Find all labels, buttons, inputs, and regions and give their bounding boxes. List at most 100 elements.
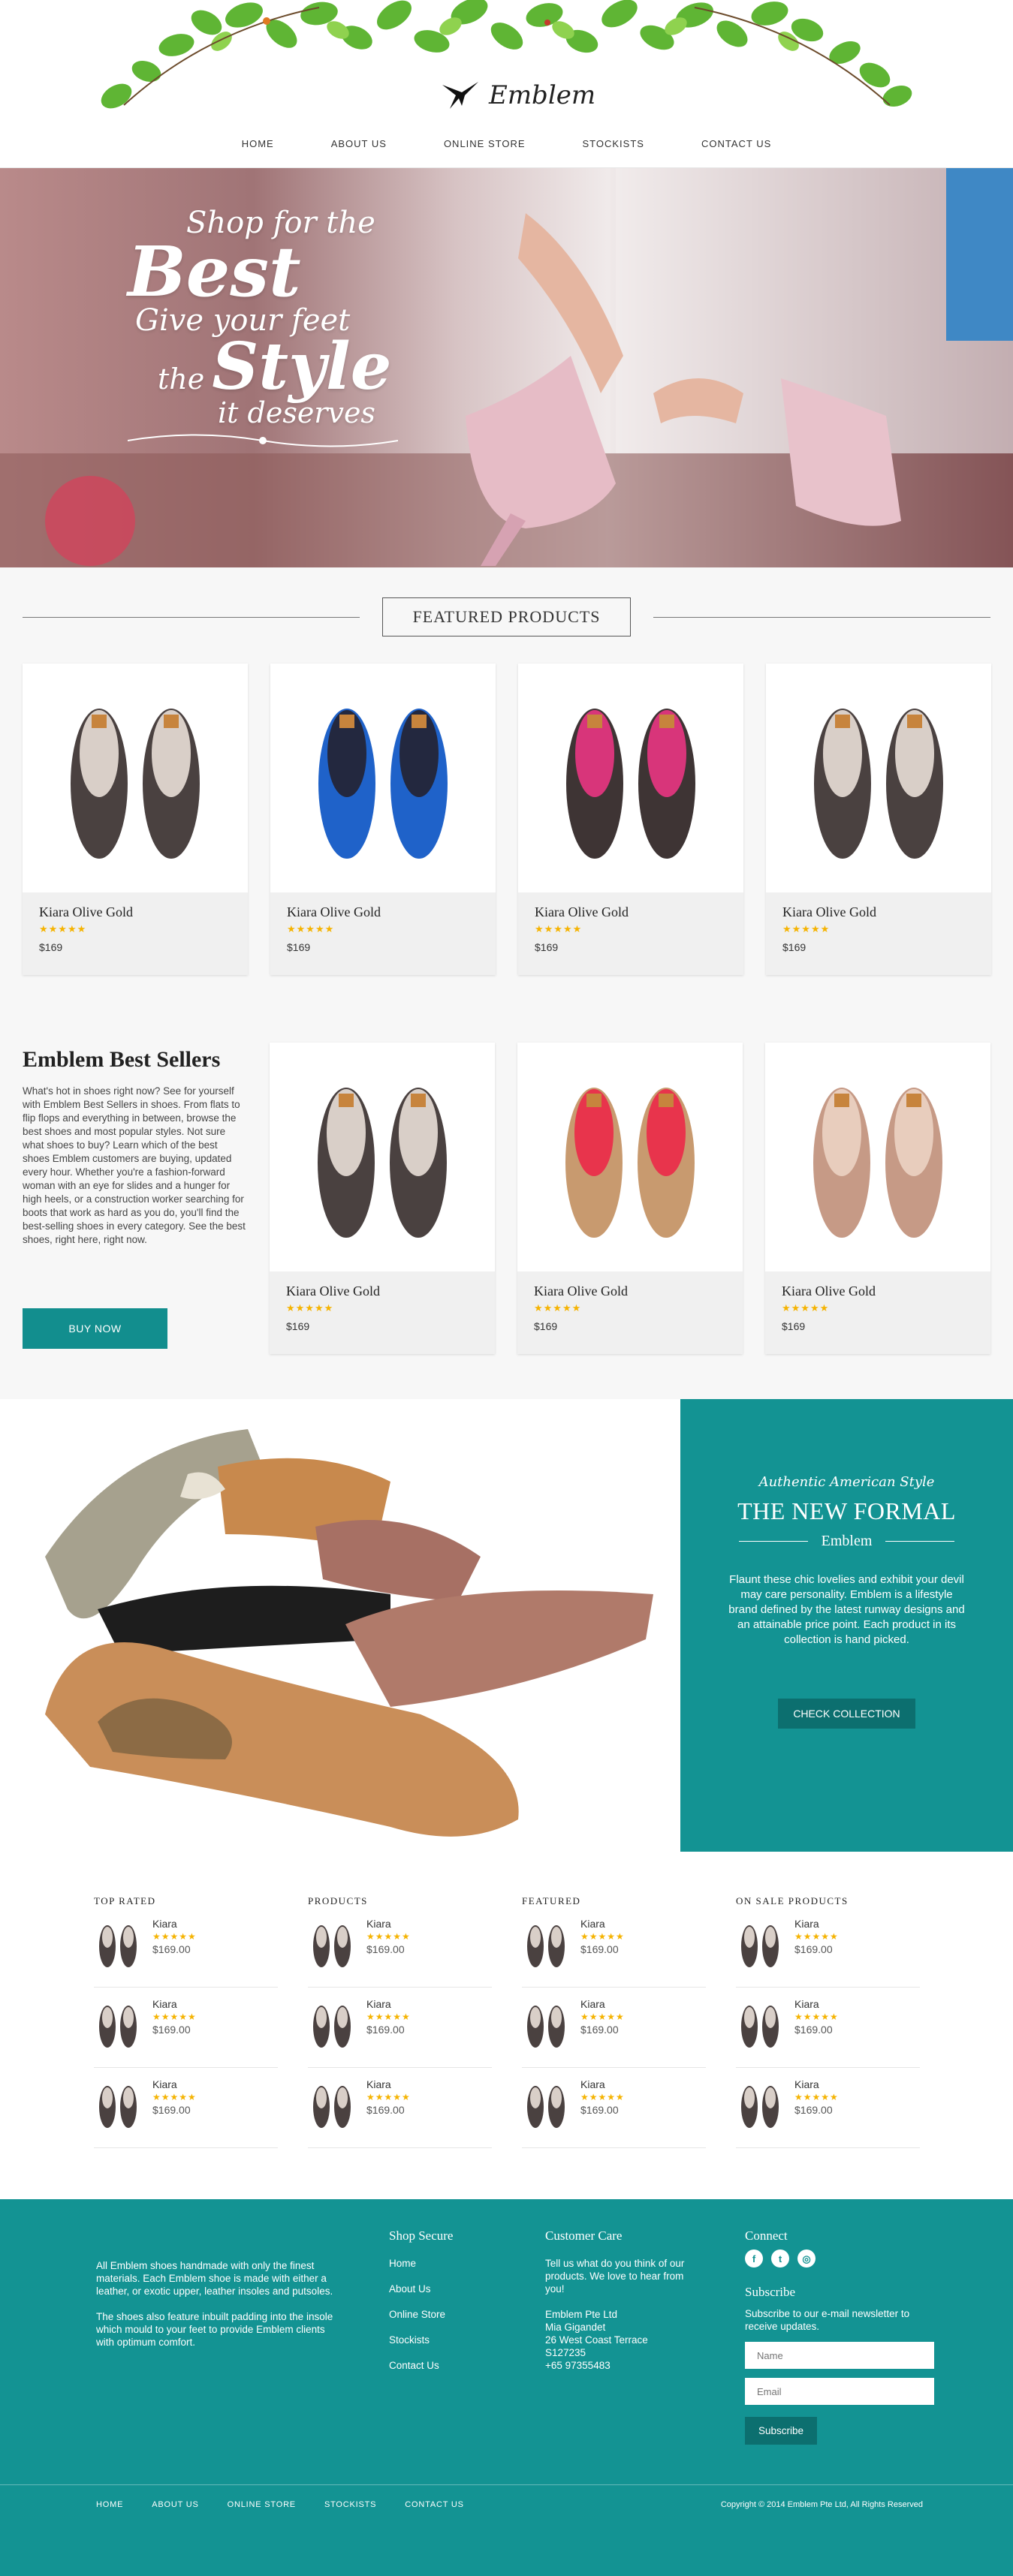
- list-item[interactable]: Kiara ★★★★★ $169.00: [522, 2078, 706, 2148]
- product-card[interactable]: Kiara Olive Gold ★★★★★ $169: [270, 664, 496, 975]
- bottom-nav-contact-us[interactable]: CONTACT US: [405, 2500, 464, 2509]
- mini-shoe-image[interactable]: [736, 2078, 784, 2131]
- site-footer: All Emblem shoes handmade with only the …: [0, 2199, 1013, 2576]
- mini-product-name[interactable]: Kiara: [366, 2078, 411, 2090]
- product-image[interactable]: [518, 664, 743, 892]
- list-item[interactable]: Kiara ★★★★★ $169.00: [308, 2078, 492, 2148]
- product-name[interactable]: Kiara Olive Gold: [39, 904, 231, 920]
- product-image[interactable]: [766, 664, 991, 892]
- product-card[interactable]: Kiara Olive Gold ★★★★★ $169: [23, 664, 248, 975]
- rating-stars: ★★★★★: [366, 2012, 411, 2022]
- nav-about-us[interactable]: ABOUT US: [331, 138, 387, 149]
- mini-shoe-image[interactable]: [308, 1918, 356, 1970]
- mini-product-name[interactable]: Kiara: [366, 1998, 411, 2010]
- list-item[interactable]: Kiara ★★★★★ $169.00: [736, 2078, 920, 2148]
- product-image[interactable]: [270, 664, 496, 892]
- subscribe-button[interactable]: Subscribe: [745, 2417, 818, 2445]
- shoe-pair-image[interactable]: [270, 1043, 495, 1271]
- shoe-pair-image[interactable]: [518, 664, 743, 892]
- product-image[interactable]: [270, 1043, 495, 1271]
- product-card[interactable]: Kiara Olive Gold ★★★★★ $169: [765, 1043, 990, 1354]
- footer-bottom-bar: HOME ABOUT US ONLINE STORE STOCKISTS CON…: [0, 2484, 1013, 2576]
- mini-shoe-image[interactable]: [522, 1918, 570, 1970]
- nav-contact-us[interactable]: CONTACT US: [701, 138, 771, 149]
- email-input[interactable]: [745, 2378, 934, 2405]
- product-card[interactable]: Kiara Olive Gold ★★★★★ $169: [766, 664, 991, 975]
- product-card[interactable]: Kiara Olive Gold ★★★★★ $169: [270, 1043, 495, 1354]
- mini-shoe-image[interactable]: [522, 1998, 570, 2051]
- product-card[interactable]: Kiara Olive Gold ★★★★★ $169: [518, 664, 743, 975]
- rating-stars: ★★★★★: [794, 2092, 839, 2102]
- mini-product-name[interactable]: Kiara: [794, 2078, 839, 2090]
- collection-tagline: Authentic American Style: [758, 1474, 935, 1490]
- product-name[interactable]: Kiara Olive Gold: [287, 904, 479, 920]
- mini-product-name[interactable]: Kiara: [152, 1918, 197, 1930]
- mini-product-name[interactable]: Kiara: [580, 2078, 625, 2090]
- buy-now-button[interactable]: BUY NOW: [23, 1308, 167, 1349]
- list-item[interactable]: Kiara ★★★★★ $169.00: [94, 2078, 278, 2148]
- product-name[interactable]: Kiara Olive Gold: [535, 904, 727, 920]
- list-item[interactable]: Kiara ★★★★★ $169.00: [94, 1998, 278, 2068]
- product-name[interactable]: Kiara Olive Gold: [286, 1283, 478, 1299]
- twitter-icon[interactable]: t: [771, 2249, 789, 2268]
- new-formal-collection: Authentic American Style THE NEW FORMAL …: [0, 1399, 1013, 1852]
- mini-shoe-image[interactable]: [94, 2078, 142, 2131]
- mini-shoe-image[interactable]: [94, 1998, 142, 2051]
- shoe-pair-image[interactable]: [517, 1043, 743, 1271]
- footer-link-about-us[interactable]: About Us: [389, 2283, 509, 2295]
- mini-product-name[interactable]: Kiara: [580, 1918, 625, 1930]
- list-item[interactable]: Kiara ★★★★★ $169.00: [94, 1918, 278, 1988]
- product-image[interactable]: [765, 1043, 990, 1271]
- list-item[interactable]: Kiara ★★★★★ $169.00: [308, 1918, 492, 1988]
- list-item[interactable]: Kiara ★★★★★ $169.00: [522, 1918, 706, 1988]
- divider-right: [653, 616, 990, 618]
- nav-home[interactable]: HOME: [242, 138, 274, 149]
- product-name[interactable]: Kiara Olive Gold: [534, 1283, 726, 1299]
- footer-link-contact-us[interactable]: Contact Us: [389, 2359, 509, 2372]
- bottom-nav-about-us[interactable]: ABOUT US: [152, 2500, 198, 2509]
- phone-number[interactable]: +65 97355483: [545, 2359, 695, 2372]
- brand-logo[interactable]: Emblem: [439, 79, 595, 112]
- bottom-nav-stockists[interactable]: STOCKISTS: [324, 2500, 376, 2509]
- mini-product-name[interactable]: Kiara: [794, 1998, 839, 2010]
- footer-link-online-store[interactable]: Online Store: [389, 2308, 509, 2321]
- mini-shoe-image[interactable]: [736, 1918, 784, 1970]
- shoe-pair-image[interactable]: [766, 664, 991, 892]
- mini-product-name[interactable]: Kiara: [366, 1918, 411, 1930]
- bottom-nav-online-store[interactable]: ONLINE STORE: [228, 2500, 296, 2509]
- mini-shoe-image[interactable]: [522, 2078, 570, 2131]
- mini-product-name[interactable]: Kiara: [152, 2078, 197, 2090]
- mini-shoe-image[interactable]: [308, 1998, 356, 2051]
- mini-shoe-image[interactable]: [94, 1918, 142, 1970]
- list-products: PRODUCTS Kiara ★★★★★ $169.00 Kiara ★★★★★…: [308, 1895, 492, 2159]
- mini-shoe-image[interactable]: [736, 1998, 784, 2051]
- best-sellers-grid: Kiara Olive Gold ★★★★★ $169 Kiara Olive …: [270, 1043, 990, 1354]
- instagram-icon[interactable]: ◎: [797, 2249, 816, 2268]
- name-input[interactable]: [745, 2342, 934, 2369]
- bottom-nav-home[interactable]: HOME: [96, 2500, 123, 2509]
- mini-product-name[interactable]: Kiara: [794, 1918, 839, 1930]
- list-item[interactable]: Kiara ★★★★★ $169.00: [736, 1998, 920, 2068]
- list-item[interactable]: Kiara ★★★★★ $169.00: [308, 1998, 492, 2068]
- shoe-pair-image[interactable]: [270, 664, 496, 892]
- facebook-icon[interactable]: f: [745, 2249, 763, 2268]
- footer-link-stockists[interactable]: Stockists: [389, 2334, 509, 2346]
- product-image[interactable]: [23, 664, 248, 892]
- shoe-pair-image[interactable]: [765, 1043, 990, 1271]
- product-name[interactable]: Kiara Olive Gold: [782, 1283, 974, 1299]
- product-card[interactable]: Kiara Olive Gold ★★★★★ $169: [517, 1043, 743, 1354]
- nav-stockists[interactable]: STOCKISTS: [583, 138, 644, 149]
- shoe-pair-image[interactable]: [23, 664, 248, 892]
- product-image[interactable]: [517, 1043, 743, 1271]
- check-collection-button[interactable]: CHECK COLLECTION: [778, 1699, 915, 1729]
- mini-product-name[interactable]: Kiara: [580, 1998, 625, 2010]
- rating-stars: ★★★★★: [366, 1931, 411, 1942]
- list-item[interactable]: Kiara ★★★★★ $169.00: [736, 1918, 920, 1988]
- product-price: $169: [782, 1320, 806, 1332]
- list-item[interactable]: Kiara ★★★★★ $169.00: [522, 1998, 706, 2068]
- mini-shoe-image[interactable]: [308, 2078, 356, 2131]
- product-name[interactable]: Kiara Olive Gold: [782, 904, 975, 920]
- mini-product-name[interactable]: Kiara: [152, 1998, 197, 2010]
- footer-link-home[interactable]: Home: [389, 2257, 509, 2270]
- nav-online-store[interactable]: ONLINE STORE: [444, 138, 526, 149]
